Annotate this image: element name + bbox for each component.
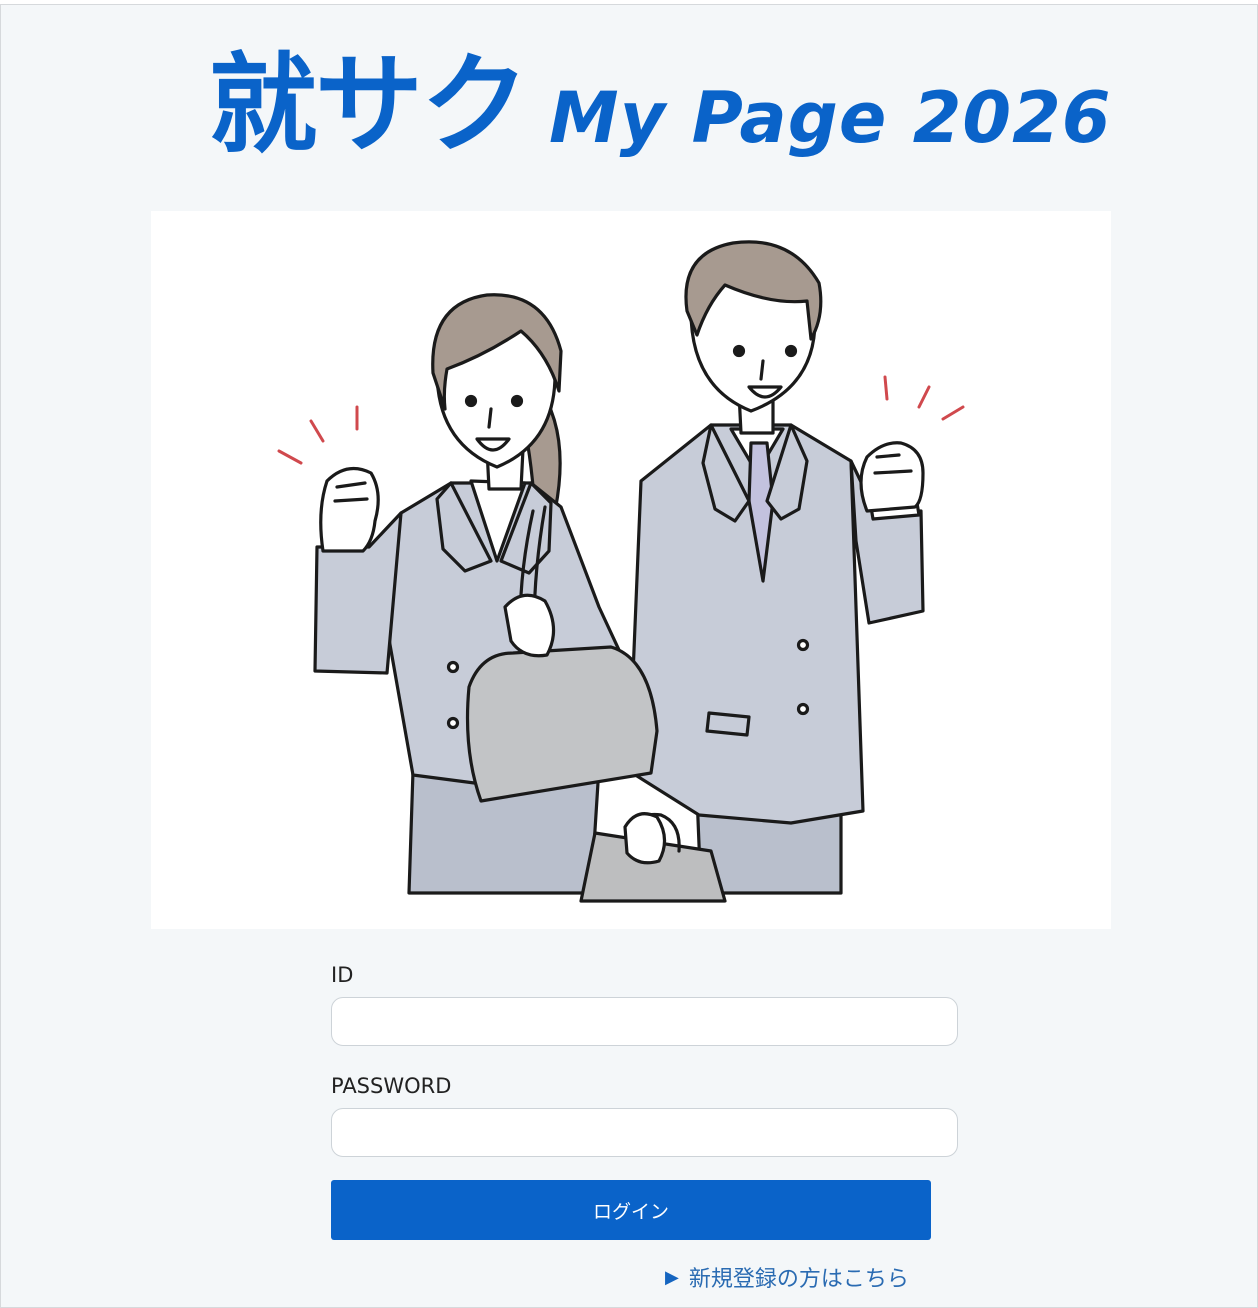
business-people-cheering-illustration: [277, 240, 965, 903]
id-input[interactable]: [331, 997, 958, 1046]
password-input[interactable]: [331, 1108, 958, 1157]
id-label: ID: [331, 963, 354, 987]
triangle-right-icon: ▶: [665, 1266, 679, 1288]
login-button[interactable]: ログイン: [331, 1180, 931, 1240]
page-title: 就サク My Page 2026: [209, 41, 1112, 171]
register-link[interactable]: ▶ 新規登録の方はこちら: [665, 1261, 909, 1293]
password-label: PASSWORD: [331, 1074, 452, 1098]
brand-subtitle: My Page 2026: [549, 77, 1112, 159]
brand-name: 就サク: [209, 43, 529, 168]
login-page: 就サク My Page 2026 ID PASSWORD ログイン ▶ 新規登録…: [0, 4, 1258, 1308]
register-link-label: 新規登録の方はこちら: [688, 1267, 909, 1292]
hero-illustration: [151, 211, 1111, 929]
login-form: ID PASSWORD ログイン: [331, 963, 958, 1240]
